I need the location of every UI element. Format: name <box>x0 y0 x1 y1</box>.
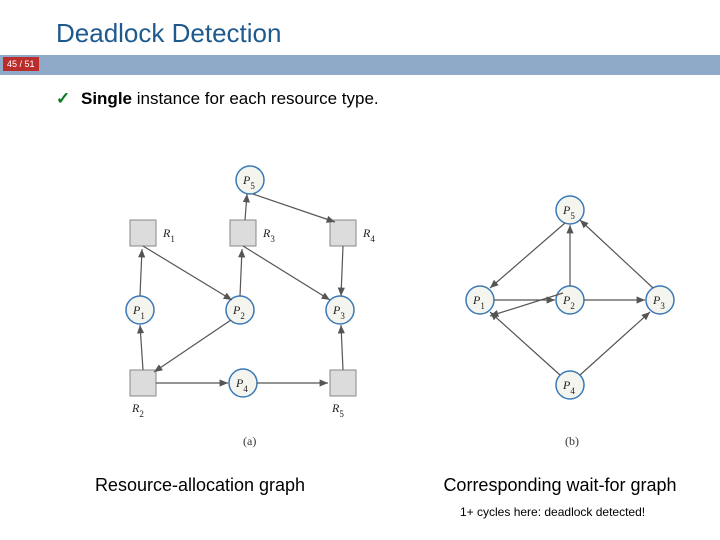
svg-text:R4: R4 <box>362 226 375 244</box>
bullet-strong: Single <box>81 89 132 108</box>
footnote: 1+ cycles here: deadlock detected! <box>460 505 645 519</box>
header-bar: 45 / 51 <box>0 55 720 75</box>
svg-text:R2: R2 <box>131 401 144 419</box>
caption-right: Corresponding wait-for graph <box>400 475 720 496</box>
caption-left: Resource-allocation graph <box>0 475 400 496</box>
bullet-line: ✓ Single instance for each resource type… <box>0 75 720 109</box>
svg-text:R5: R5 <box>331 401 344 419</box>
rag-svg: P5 R1 R3 R4 P1 P2 P3 R2 P4 R5 <box>80 160 420 460</box>
slide-title: Deadlock Detection <box>0 0 720 55</box>
svg-text:R3: R3 <box>262 226 275 244</box>
captions-row: Resource-allocation graph Corresponding … <box>0 475 720 496</box>
fig-a-label: (a) <box>243 434 256 448</box>
bullet-rest: instance for each resource type. <box>132 89 379 108</box>
svg-text:R1: R1 <box>162 226 175 244</box>
fig-b-label: (b) <box>565 434 579 448</box>
check-icon: ✓ <box>56 89 70 108</box>
diagram-area: P5 R1 R3 R4 P1 P2 P3 R2 P4 R5 <box>0 160 720 460</box>
wfg-svg: P5 P1 P2 P3 P4 (b) <box>440 160 700 460</box>
page-badge: 45 / 51 <box>3 57 39 71</box>
